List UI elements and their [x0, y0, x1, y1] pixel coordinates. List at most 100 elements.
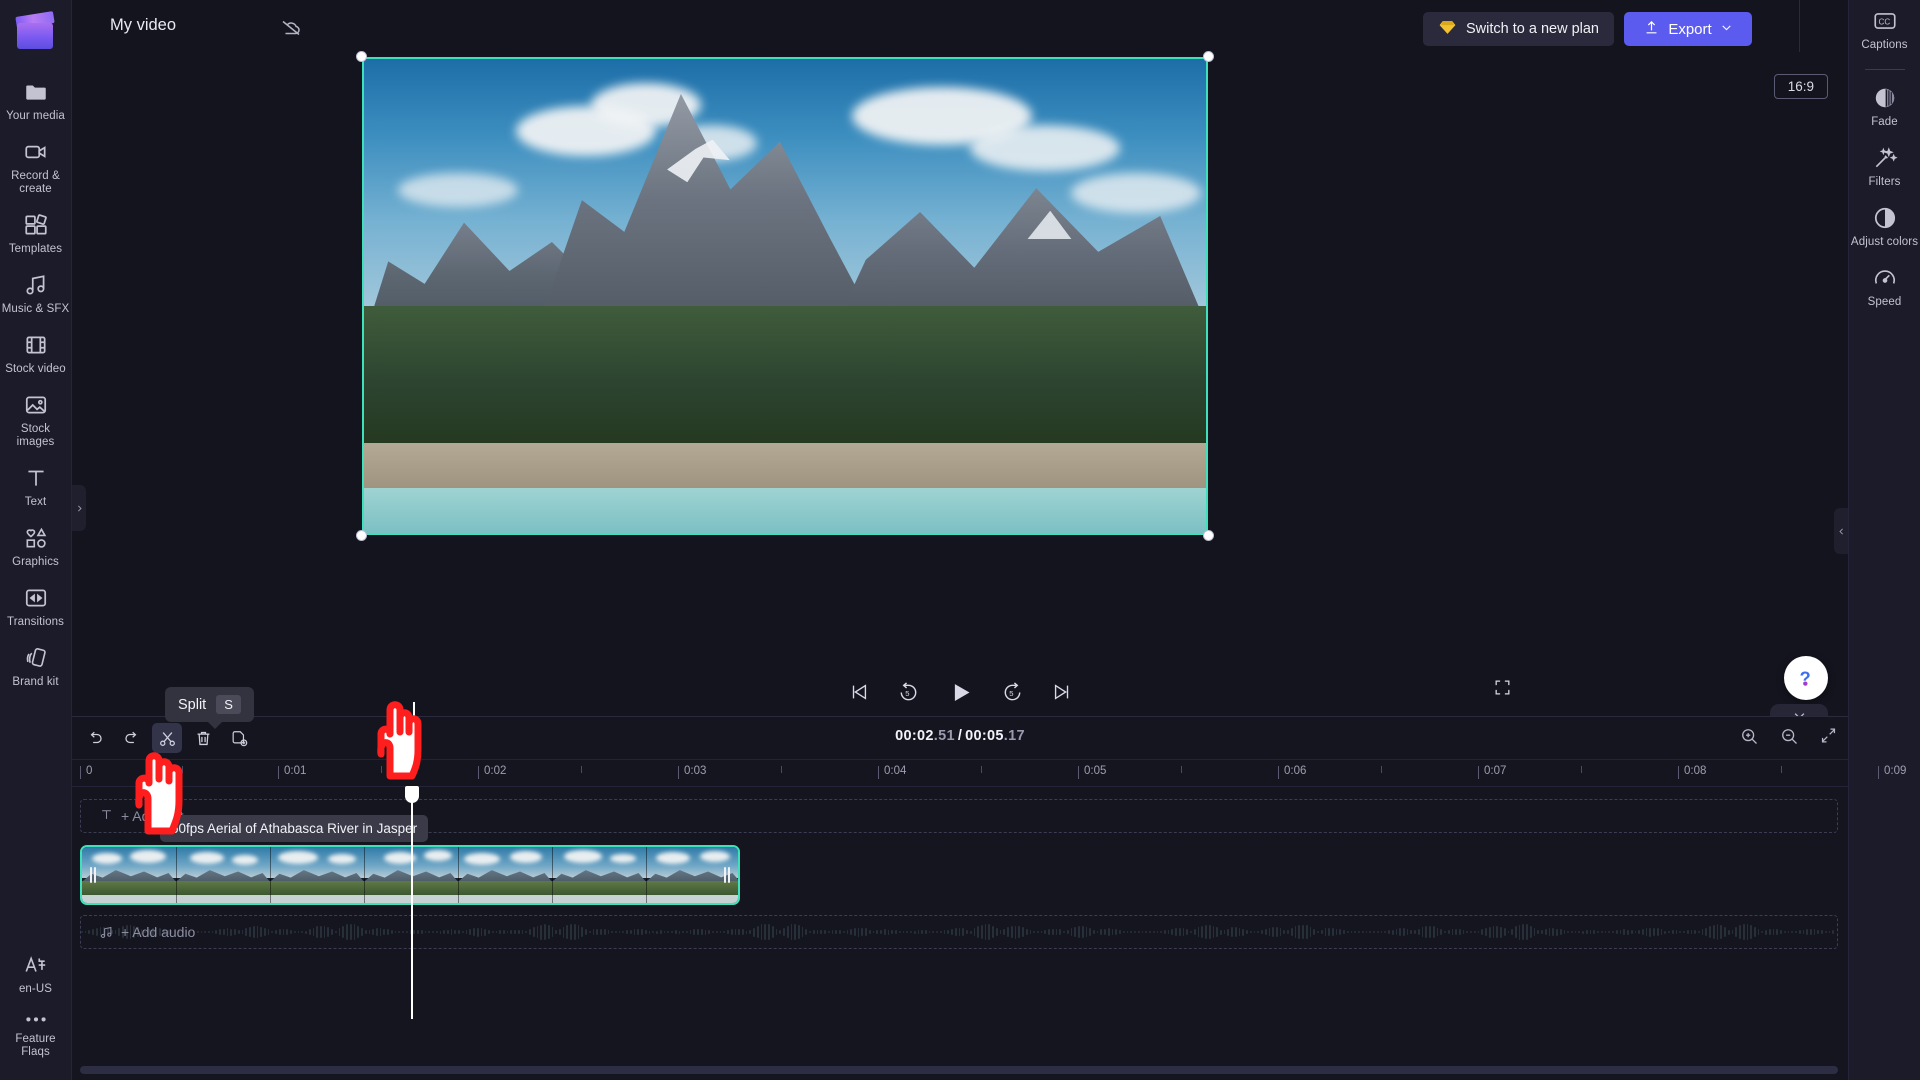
fullscreen-icon[interactable]: [1493, 678, 1512, 702]
sidebar-label: Adjust colors: [1850, 236, 1919, 248]
ruler-tick: 0:07: [1477, 765, 1507, 779]
video-preview[interactable]: [356, 51, 1214, 541]
text-t-icon: [99, 807, 114, 825]
resize-handle-bottom-right[interactable]: [1203, 530, 1214, 541]
ruler-minor-tick: [781, 766, 782, 773]
sidebar-item-transitions[interactable]: Transitions: [0, 576, 72, 636]
ruler-tick: 0:09: [1877, 765, 1907, 779]
clip-name-tooltip: 60fps Aerial of Athabasca River in Jaspe…: [160, 815, 429, 842]
sidebar-item-graphics[interactable]: Graphics: [0, 516, 72, 576]
sidebar-label: Graphics: [12, 556, 59, 568]
right-sidebar: CC Captions Fade Filters Adjust colors S…: [1848, 0, 1920, 1080]
split-button[interactable]: [152, 723, 182, 753]
expand-left-panel-button[interactable]: [72, 485, 86, 531]
split-tooltip-label: Split: [178, 696, 207, 713]
ruler-tick: 0:08: [1677, 765, 1707, 779]
add-audio-track[interactable]: + Add audio: [80, 915, 1838, 949]
switch-plan-label: Switch to a new plan: [1466, 21, 1599, 37]
collapse-right-panel-button[interactable]: [1834, 508, 1848, 554]
sidebar-label: Filters: [1868, 176, 1901, 188]
clip-trim-handle-right[interactable]: [720, 864, 734, 886]
sidebar-label: Music & SFX: [1, 303, 70, 315]
video-canvas[interactable]: [362, 57, 1208, 535]
music-note-icon: [99, 925, 114, 940]
skip-to-start-icon[interactable]: [848, 681, 870, 703]
playhead-handle[interactable]: [405, 786, 419, 803]
chevron-down-icon: [1720, 21, 1733, 38]
aspect-ratio-button[interactable]: 16:9: [1773, 74, 1828, 99]
sidebar-item-language[interactable]: en-US: [0, 943, 72, 1003]
sidebar-item-filters[interactable]: Filters: [1849, 136, 1920, 196]
sidebar-item-speed[interactable]: Speed: [1849, 256, 1920, 316]
ruler-minor-tick: [1581, 766, 1582, 773]
clip-trim-handle-left[interactable]: [86, 864, 100, 886]
cloud-off-icon[interactable]: [279, 16, 303, 45]
film-strip-icon: [23, 332, 49, 358]
sidebar-label: Templates: [8, 243, 63, 255]
switch-plan-button[interactable]: Switch to a new plan: [1423, 12, 1614, 46]
export-button[interactable]: Export: [1624, 12, 1752, 46]
preview-stage: 16:9 5 5 ?: [72, 51, 1848, 730]
upload-icon: [1643, 19, 1660, 40]
left-sidebar: Your media Record & create Templates Mus…: [0, 0, 72, 1080]
sidebar-item-record-create[interactable]: Record & create: [0, 130, 72, 203]
timecode-display: 00:02.51/00:05.17: [895, 728, 1025, 744]
ruler-tick: 0:05: [1077, 765, 1107, 779]
svg-text:5: 5: [905, 689, 909, 698]
timecode-separator: /: [957, 728, 963, 744]
timeline-ruler[interactable]: 0 0:01 0:02 0:03 0:04 0:05 0:06 0:07 0:0…: [72, 759, 1906, 787]
ruler-minor-tick: [182, 766, 183, 773]
image-icon: [23, 392, 49, 418]
timeline-horizontal-scrollbar[interactable]: [80, 1066, 1838, 1074]
ellipsis-icon: [23, 1012, 49, 1028]
ruler-minor-tick: [981, 766, 982, 773]
sidebar-label: Brand kit: [12, 676, 59, 688]
ruler-minor-tick: [581, 766, 582, 773]
help-button[interactable]: ?: [1784, 656, 1828, 700]
sidebar-item-fade[interactable]: Fade: [1849, 76, 1920, 136]
video-clip[interactable]: [80, 845, 740, 905]
sidebar-item-text[interactable]: Text: [0, 456, 72, 516]
forward-5-seconds-icon[interactable]: 5: [1001, 681, 1024, 704]
clipchamp-logo[interactable]: [14, 10, 57, 52]
brand-kit-icon: [23, 645, 49, 671]
current-time: 00:02: [895, 728, 934, 744]
sidebar-item-your-media[interactable]: Your media: [0, 70, 72, 130]
play-button[interactable]: [947, 679, 974, 706]
undo-button[interactable]: [80, 723, 110, 753]
resize-handle-bottom-left[interactable]: [356, 530, 367, 541]
sidebar-item-captions[interactable]: CC Captions: [1849, 0, 1920, 59]
fade-icon: [1872, 85, 1898, 111]
timeline-panel: Split S 00:02.51 / 00:05.17 0 0:01 0:02 …: [72, 687, 1906, 1080]
export-label: Export: [1668, 20, 1712, 38]
sidebar-item-stock-images[interactable]: Stock images: [0, 383, 72, 456]
sidebar-item-feature-flags[interactable]: Feature Flaqs: [0, 1003, 72, 1066]
resize-handle-top-right[interactable]: [1203, 51, 1214, 62]
ruler-minor-tick: [1781, 766, 1782, 773]
split-tooltip: Split S: [165, 687, 254, 729]
sidebar-label: Stock video: [5, 363, 66, 375]
sidebar-label: Fade: [1871, 116, 1898, 128]
sidebar-item-adjust-colors[interactable]: Adjust colors: [1849, 196, 1920, 256]
ruler-tick: 0:03: [677, 765, 707, 779]
audio-waveform: [81, 922, 1837, 942]
skip-to-end-icon[interactable]: [1051, 681, 1073, 703]
zoom-in-icon[interactable]: [1739, 726, 1759, 751]
folder-icon: [23, 79, 49, 105]
sidebar-item-music-sfx[interactable]: Music & SFX: [0, 263, 72, 323]
transitions-icon: [23, 585, 49, 611]
fit-timeline-icon[interactable]: [1819, 726, 1838, 751]
project-title[interactable]: My video: [110, 16, 176, 35]
sidebar-item-templates[interactable]: Templates: [0, 203, 72, 263]
sidebar-item-stock-video[interactable]: Stock video: [0, 323, 72, 383]
sidebar-item-brand-kit[interactable]: Brand kit: [0, 636, 72, 696]
total-time: 00:05: [965, 728, 1004, 744]
zoom-out-icon[interactable]: [1779, 726, 1799, 751]
duplicate-button[interactable]: [224, 723, 254, 753]
redo-button[interactable]: [116, 723, 146, 753]
current-time-frames: .51: [933, 728, 955, 744]
timeline-playhead[interactable]: [405, 786, 419, 1019]
resize-handle-top-left[interactable]: [356, 51, 367, 62]
closed-captions-icon: CC: [1872, 8, 1898, 34]
rewind-5-seconds-icon[interactable]: 5: [897, 681, 920, 704]
